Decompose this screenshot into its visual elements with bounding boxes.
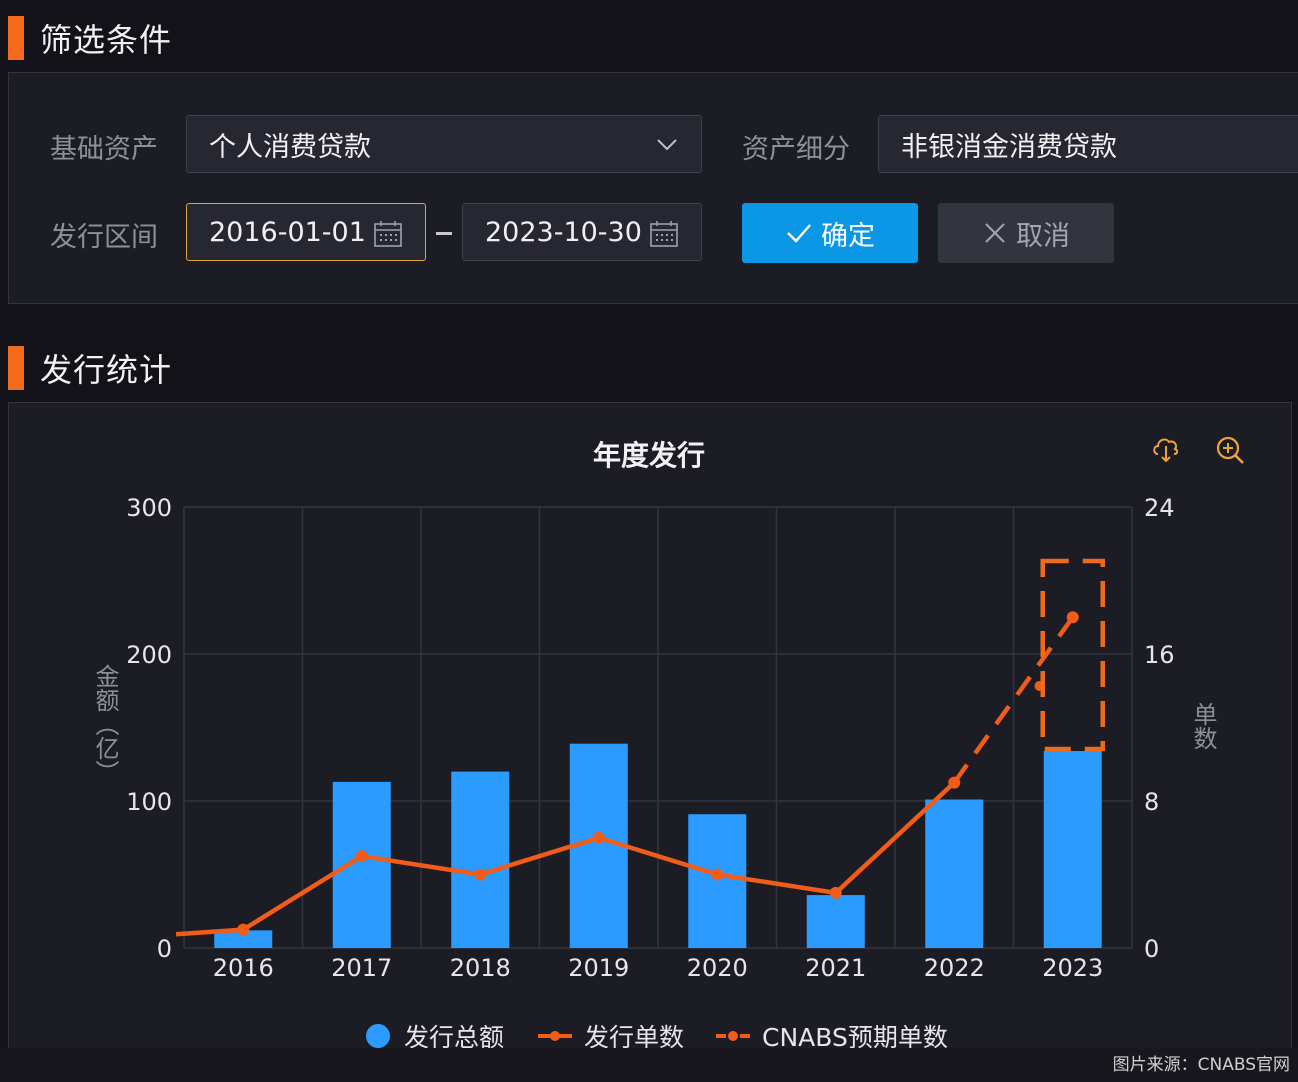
x-tick-label: 2023 xyxy=(1042,954,1103,982)
bar-2023 xyxy=(1043,751,1102,948)
point-expected-count xyxy=(1066,611,1079,624)
y-tick-label: 100 xyxy=(126,788,172,816)
bar-2021 xyxy=(806,895,865,948)
y2-tick-label: 16 xyxy=(1144,641,1175,669)
point-issued-count xyxy=(592,831,605,844)
y-tick-label: 200 xyxy=(126,641,172,669)
bar-2017 xyxy=(332,781,391,948)
y2-tick-label: 0 xyxy=(1144,935,1159,963)
y-tick-label: 300 xyxy=(126,494,172,522)
bar-2018 xyxy=(451,771,510,948)
x-tick-label: 2016 xyxy=(213,954,274,982)
y2-tick-label: 24 xyxy=(1144,494,1175,522)
y2-tick-label: 8 xyxy=(1144,788,1159,816)
x-tick-label: 2020 xyxy=(687,954,748,982)
x-tick-label: 2022 xyxy=(924,954,985,982)
point-issued-count xyxy=(474,868,487,881)
point-issued-count xyxy=(829,886,842,899)
annual-issuance-chart: 0 100 200 300 0 8 16 24 2016 2017 2018 2019 2020 2021… xyxy=(126,494,1175,982)
legend-circle-icon xyxy=(366,1024,390,1048)
x-tick-label: 2017 xyxy=(331,954,392,982)
y-tick-label: 0 xyxy=(157,935,172,963)
x-tick-label: 2021 xyxy=(805,954,866,982)
point-issued-count xyxy=(711,868,724,881)
bar-2022 xyxy=(925,799,984,948)
image-credit: 图片来源：CNABS官网 xyxy=(0,1048,1298,1082)
legend-line-icon xyxy=(538,1031,572,1041)
legend-dashed-line-icon xyxy=(716,1031,750,1041)
highlight-box-2023 xyxy=(1040,558,1105,752)
bar-2020 xyxy=(688,814,747,948)
point-issued-count xyxy=(355,850,368,863)
x-tick-label: 2018 xyxy=(450,954,511,982)
x-tick-label: 2019 xyxy=(568,954,629,982)
point-issued-count xyxy=(237,923,250,936)
